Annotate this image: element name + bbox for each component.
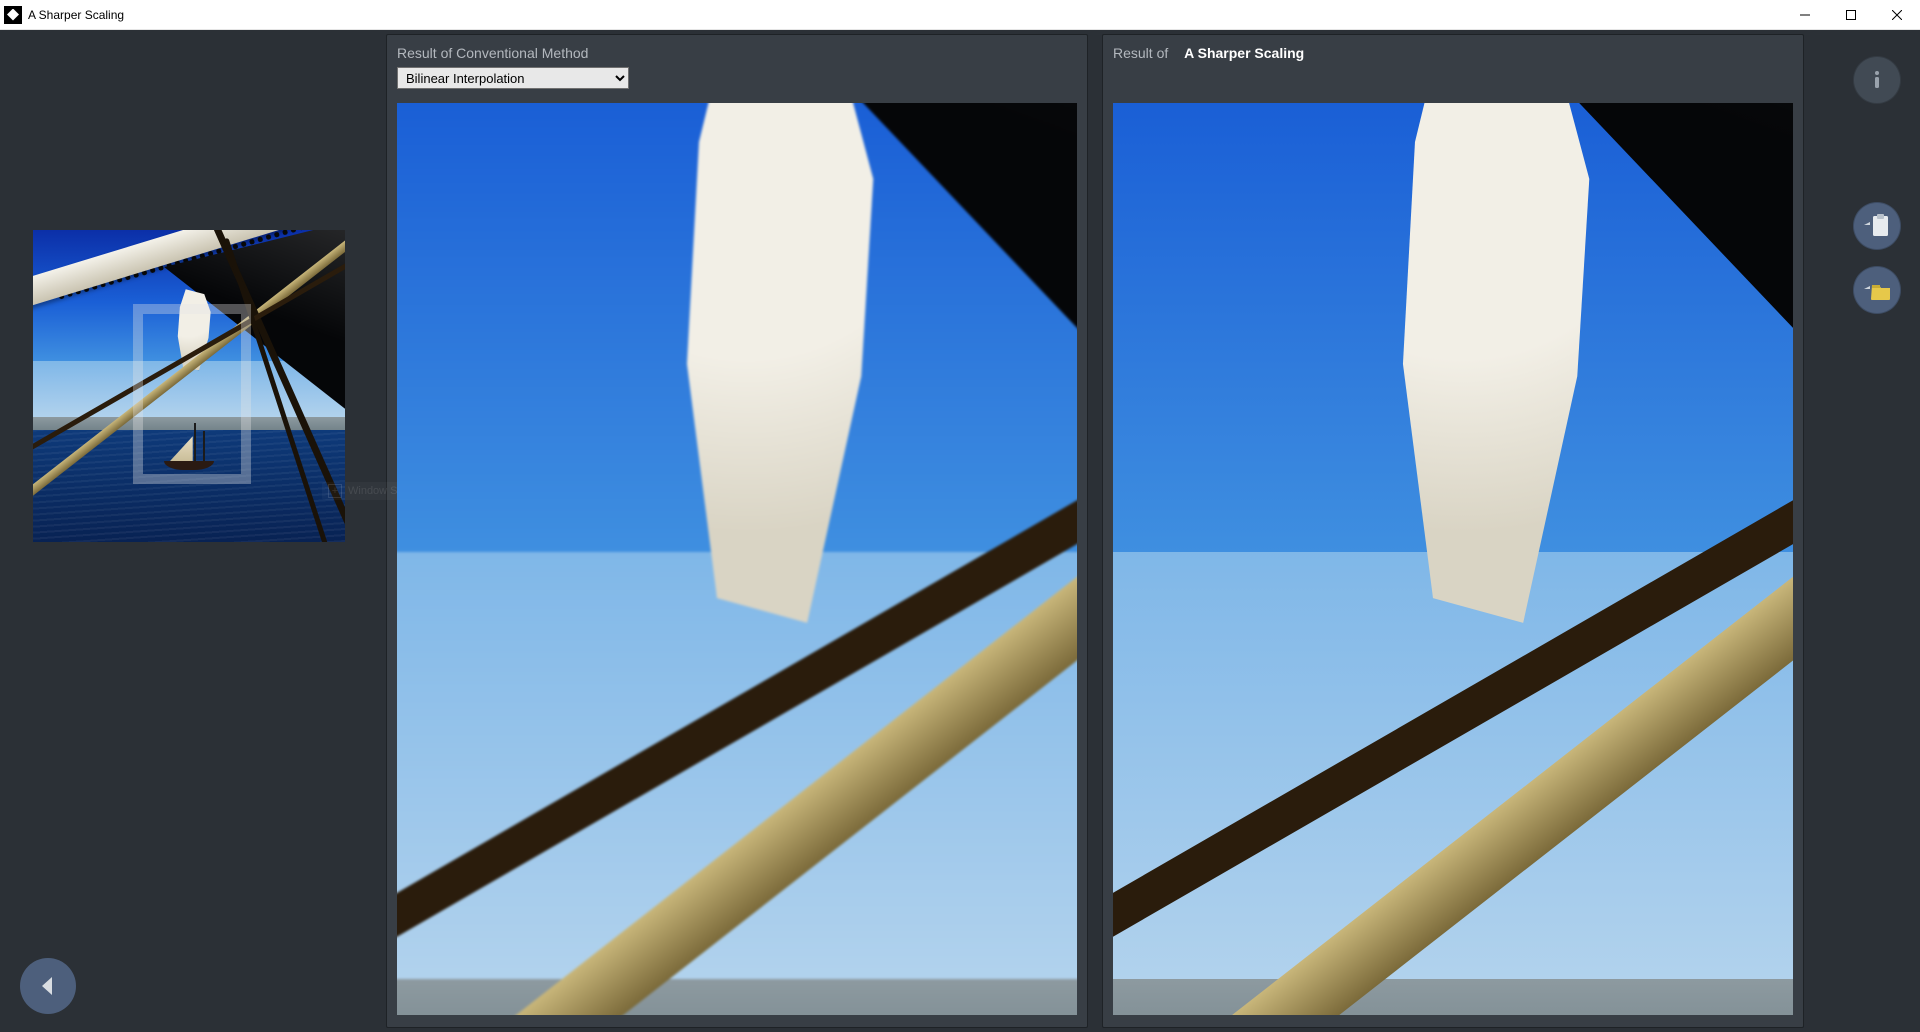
panel-conventional: Result of Conventional Method Bilinear I… <box>386 34 1088 1028</box>
sharper-result-image[interactable] <box>1113 103 1793 1015</box>
back-button[interactable] <box>20 958 76 1014</box>
panel-sharper-label-bold: A Sharper Scaling <box>1184 45 1304 61</box>
source-column <box>0 34 386 1028</box>
window-maximize-button[interactable] <box>1828 0 1874 30</box>
panel-sharper-label-prefix: Result of <box>1113 45 1168 61</box>
plus-icon: + <box>328 484 342 498</box>
source-thumbnail[interactable] <box>33 230 345 542</box>
workspace: + Window Snip Result of Conventional Met… <box>0 30 1920 1032</box>
clipboard-icon <box>1862 213 1892 239</box>
window-title: A Sharper Scaling <box>28 8 124 22</box>
crop-selection[interactable] <box>133 304 251 484</box>
app-icon <box>4 6 22 24</box>
folder-icon <box>1862 277 1892 303</box>
window-close-button[interactable] <box>1874 0 1920 30</box>
info-icon <box>1866 69 1888 91</box>
titlebar: A Sharper Scaling <box>0 0 1920 30</box>
copy-to-clipboard-button[interactable] <box>1853 202 1901 250</box>
back-icon <box>38 975 58 997</box>
info-button[interactable] <box>1853 56 1901 104</box>
conventional-result-image[interactable] <box>397 103 1077 1015</box>
window-minimize-button[interactable] <box>1782 0 1828 30</box>
panel-sharper: Result of A Sharper Scaling <box>1102 34 1804 1028</box>
interpolation-method-select[interactable]: Bilinear Interpolation <box>397 67 629 89</box>
comparison-panels: Result of Conventional Method Bilinear I… <box>386 34 1828 1028</box>
action-strip <box>1828 34 1920 1028</box>
save-to-folder-button[interactable] <box>1853 266 1901 314</box>
panel-conventional-label: Result of Conventional Method <box>397 45 588 61</box>
